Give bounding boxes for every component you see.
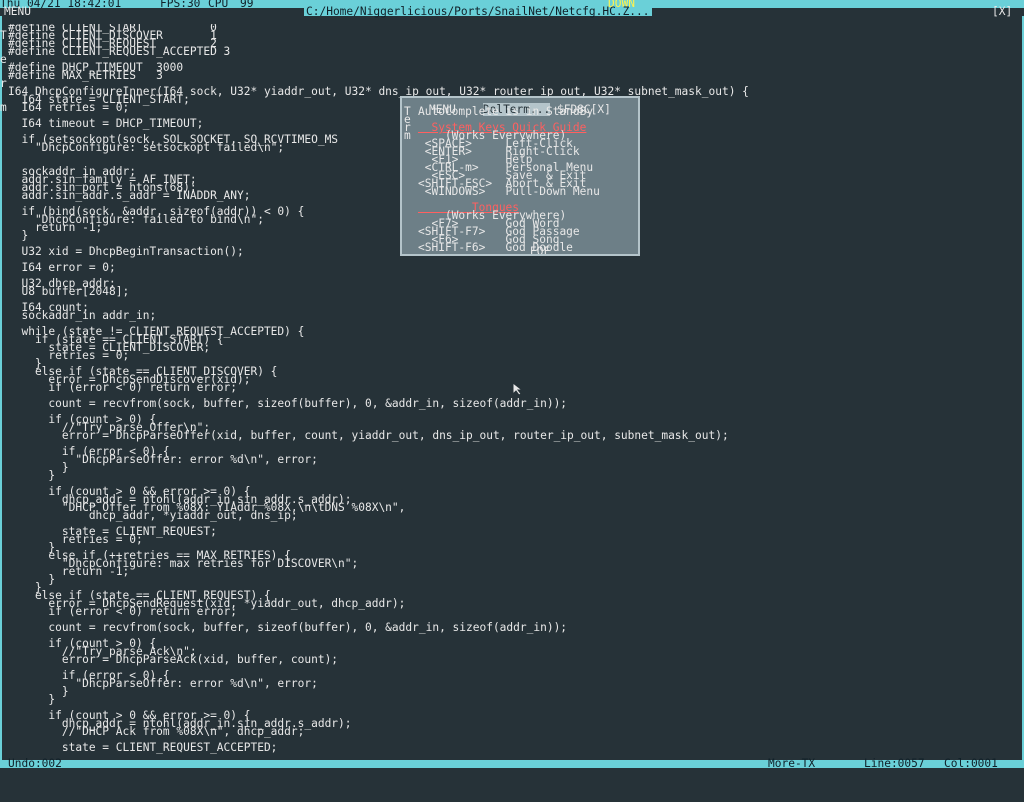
window-title-bar: MENU C:/Home/Niggerlicious/Ports/SnailNe… bbox=[0, 5, 1024, 18]
popup-close-button[interactable]: [X] bbox=[591, 103, 611, 116]
code-line[interactable]: #define CLIENT_REQUEST_ACCEPTED 3 bbox=[8, 46, 230, 57]
file-path-title: C:/Home/Niggerlicious/Ports/SnailNet/Net… bbox=[304, 5, 652, 18]
line-number: Line:0057 bbox=[864, 757, 925, 770]
undo-counter: Undo:002 bbox=[8, 757, 62, 770]
margin-letter-r: r bbox=[0, 77, 7, 90]
column-number: Col:0001 bbox=[944, 757, 998, 770]
help-popup-window[interactable]: MENU DolTerm... $FD8C[X] AutoComplete is… bbox=[400, 96, 640, 256]
code-line[interactable]: I64 retries = 0; bbox=[8, 102, 129, 113]
code-line[interactable]: if (error < 0) return error; bbox=[8, 606, 237, 617]
code-line[interactable]: } bbox=[8, 470, 55, 481]
popup-margin-letter: m bbox=[404, 129, 411, 142]
code-line[interactable]: I64 timeout = DHCP_TIMEOUT; bbox=[8, 118, 203, 129]
code-line[interactable]: error = DhcpParseOffer(xid, buffer, coun… bbox=[8, 430, 729, 441]
code-line[interactable]: } bbox=[8, 694, 55, 705]
popup-eof-marker: EOF bbox=[530, 245, 551, 256]
code-line[interactable]: "DhcpConfigure: setsockopt failed\n"; bbox=[8, 142, 284, 153]
close-button[interactable]: [X] bbox=[992, 6, 1012, 17]
popup-line: <WINDOWS> Pull-Down Menu bbox=[418, 185, 600, 198]
code-line[interactable]: dhcp_addr, *yiaddr_out, dns_ip; bbox=[8, 510, 298, 521]
code-line[interactable]: count = recvfrom(sock, buffer, sizeof(bu… bbox=[8, 398, 567, 409]
code-line[interactable]: count = recvfrom(sock, buffer, sizeof(bu… bbox=[8, 622, 567, 633]
code-line[interactable]: U32 xid = DhcpBeginTransaction(); bbox=[8, 246, 243, 257]
margin-letter-e: e bbox=[0, 53, 7, 66]
fps-readout: FPS:30 bbox=[160, 0, 201, 10]
code-line[interactable]: //"DHCP Ack from %08X\n", dhcp_addr; bbox=[8, 726, 305, 737]
code-line[interactable]: U8 buffer[2048]; bbox=[8, 286, 129, 297]
code-line[interactable]: error = DhcpParseAck(xid, buffer, count)… bbox=[8, 654, 338, 665]
more-indicator: More-TX bbox=[768, 757, 816, 770]
popup-line: AutoComplete is in StandBy bbox=[418, 105, 594, 118]
left-margin-letters: T e r m bbox=[0, 16, 8, 120]
mouse-pointer-icon bbox=[512, 382, 524, 396]
code-line[interactable]: state = CLIENT_REQUEST_ACCEPTED; bbox=[8, 742, 278, 753]
code-line[interactable]: } bbox=[8, 230, 28, 241]
margin-letter-t: T bbox=[0, 29, 7, 42]
code-line[interactable]: addr.sin_addr.s_addr = INADDR_ANY; bbox=[8, 190, 250, 201]
cpu-value: 99 bbox=[240, 0, 254, 10]
menu-button[interactable]: MENU bbox=[4, 6, 31, 17]
code-line[interactable]: #define MAX_RETRIES 3 bbox=[8, 70, 163, 81]
code-line[interactable]: I64 error = 0; bbox=[8, 262, 115, 273]
window-border-left bbox=[0, 16, 2, 760]
code-line[interactable]: if (error < 0) return error; bbox=[8, 382, 237, 393]
editor-status-bar: Undo:002 More-TX Line:0057 Col:0001 bbox=[0, 757, 1024, 770]
cpu-label: CPU bbox=[208, 0, 229, 10]
code-line[interactable]: sockaddr_in addr_in; bbox=[8, 310, 156, 321]
margin-letter-m: m bbox=[0, 101, 7, 114]
